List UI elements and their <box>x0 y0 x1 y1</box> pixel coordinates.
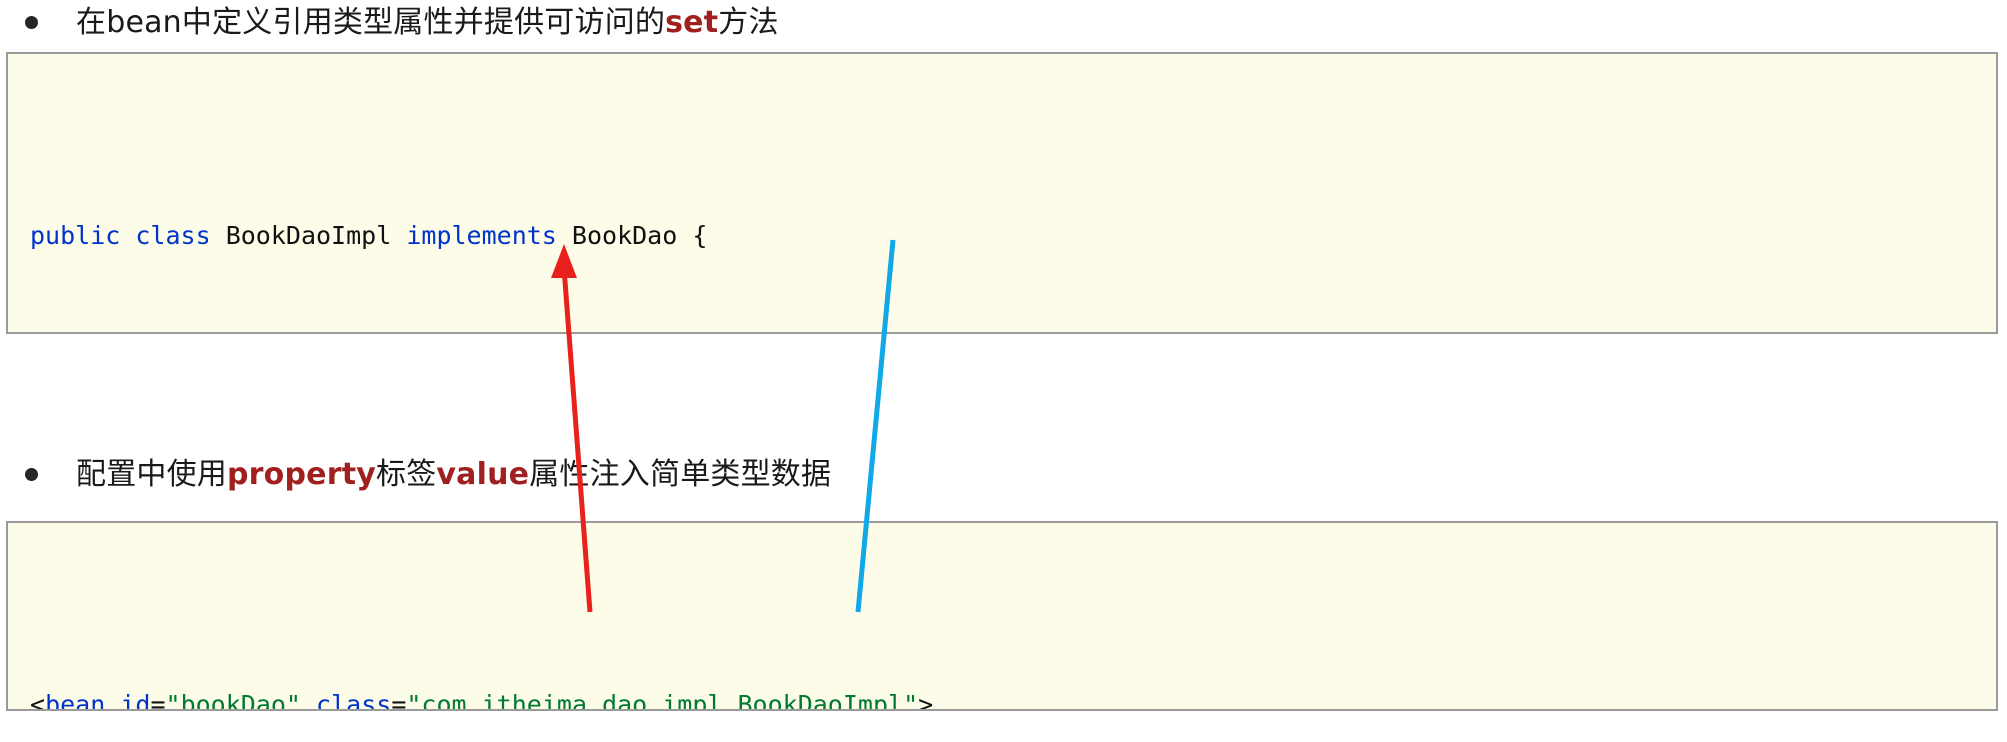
val-bookdao: "bookDao" <box>165 689 301 711</box>
eq-1: = <box>150 689 166 711</box>
bullet-dot-icon-2 <box>25 468 38 481</box>
attr-class: class <box>316 689 392 711</box>
bullet-2-keyword-value: value <box>436 457 530 492</box>
bullet-item-2: 配置中使用property标签value属性注入简单类型数据 <box>25 458 831 491</box>
angle-close: > <box>918 689 934 711</box>
xml-line-1: <bean id="bookDao" class="com.itheima.da… <box>30 676 1978 711</box>
brace-open: { <box>692 220 708 250</box>
bullet-2-keyword-property: property <box>227 457 376 492</box>
bullet-2-middle: 标签 <box>376 457 437 492</box>
kw-class: class <box>135 220 211 250</box>
bullet-1-keyword: set <box>665 5 719 40</box>
eq-2: = <box>391 689 407 711</box>
java-code-block: public class BookDaoImpl implements Book… <box>6 52 1998 334</box>
class-name: BookDaoImpl <box>225 220 392 250</box>
xml-code-block: <bean id="bookDao" class="com.itheima.da… <box>6 521 1998 711</box>
val-class-fqn: "com.itheima.dao.impl.BookDaoImpl" <box>406 689 919 711</box>
kw-public: public <box>30 220 121 250</box>
bullet-2-suffix: 属性注入简单类型数据 <box>529 457 832 492</box>
bullet-1-suffix: 方法 <box>718 5 779 40</box>
bullet-2-prefix: 配置中使用 <box>76 457 227 492</box>
attr-id: id <box>120 689 151 711</box>
interface-name: BookDao <box>571 220 678 250</box>
bullet-dot-icon <box>25 16 38 29</box>
bullet-item-1: 在bean中定义引用类型属性并提供可访问的set方法 <box>25 6 779 39</box>
bullet-1-text: 在bean中定义引用类型属性并提供可访问的set方法 <box>76 6 779 39</box>
tag-bean: bean <box>45 689 106 711</box>
bullet-1-prefix: 在bean中定义引用类型属性并提供可访问的 <box>76 5 666 40</box>
bullet-2-text: 配置中使用property标签value属性注入简单类型数据 <box>76 458 831 491</box>
slide-root: 在bean中定义引用类型属性并提供可访问的set方法 public class … <box>0 0 2007 742</box>
angle-open: < <box>30 689 46 711</box>
kw-implements: implements <box>406 220 557 250</box>
java-line-1: public class BookDaoImpl implements Book… <box>30 207 1978 265</box>
